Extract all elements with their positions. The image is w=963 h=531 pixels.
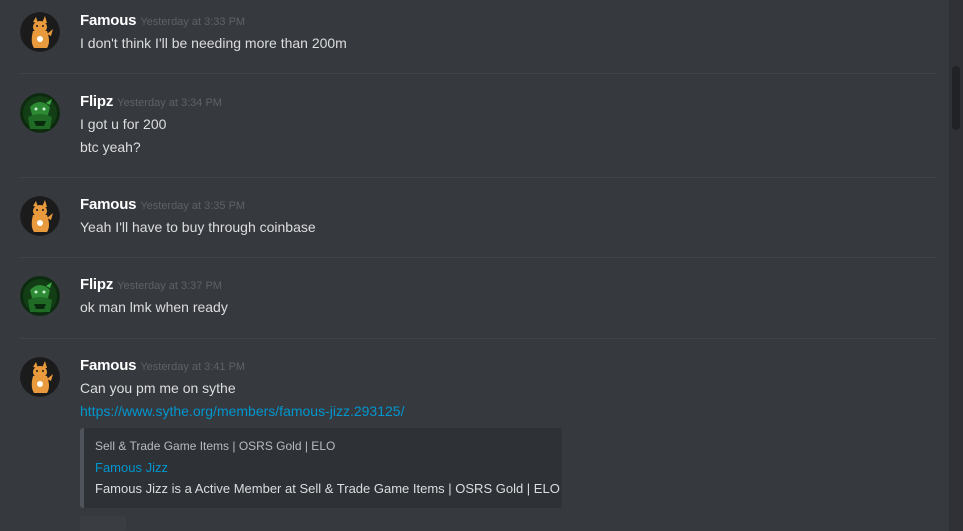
message-group: Flipz Yesterday at 3:37 PM ok man lmk whe… [0, 276, 963, 319]
timestamp: Yesterday at 3:34 PM [117, 97, 222, 109]
avatar[interactable] [20, 93, 60, 133]
timestamp: Yesterday at 3:37 PM [117, 280, 222, 292]
message-divider [20, 177, 936, 178]
link-embed: Sell & Trade Game Items | OSRS Gold | EL… [80, 428, 562, 508]
username[interactable]: Famous [80, 12, 137, 29]
avatar[interactable] [20, 196, 60, 236]
message-text: Can you pm me on sythe [80, 380, 236, 396]
embed-description: Famous Jizz is a Active Member at Sell &… [95, 481, 560, 496]
message-group: Famous Yesterday at 3:35 PM Yeah I'll hav… [0, 196, 963, 239]
timestamp: Yesterday at 3:33 PM [140, 16, 246, 28]
message-header: Famous Yesterday at 3:35 PM [80, 196, 943, 214]
message-group: Flipz Yesterday at 3:34 PM I got u for 20… [0, 93, 963, 159]
message-divider [20, 257, 936, 258]
orange-cat-avatar-icon [20, 196, 60, 236]
message-text: ok man lmk when ready [80, 299, 228, 315]
avatar[interactable] [20, 12, 60, 52]
username[interactable]: Flipz [80, 276, 113, 293]
avatar[interactable] [20, 276, 60, 316]
embed-title-link[interactable]: Famous Jizz [95, 460, 551, 476]
green-character-avatar-icon [20, 93, 60, 133]
message-link[interactable]: https://www.sythe.org/members/famous-jiz… [80, 403, 404, 419]
message-divider [20, 338, 936, 339]
chat-messages-pane[interactable]: Famous Yesterday at 3:33 PM I don't think… [0, 0, 963, 531]
username[interactable]: Flipz [80, 93, 113, 110]
avatar[interactable] [20, 357, 60, 397]
reaction-button[interactable] [80, 516, 126, 531]
message-header: Famous Yesterday at 3:41 PM [80, 357, 943, 375]
message-text: I don't think I'll be needing more than … [80, 35, 347, 51]
message-divider [20, 73, 936, 74]
message-header: Famous Yesterday at 3:33 PM [80, 12, 943, 30]
timestamp: Yesterday at 3:35 PM [140, 200, 246, 212]
scrollbar-thumb[interactable] [952, 66, 960, 130]
green-character-avatar-icon [20, 276, 60, 316]
message-header: Flipz Yesterday at 3:37 PM [80, 276, 943, 294]
orange-cat-avatar-icon [20, 12, 60, 52]
timestamp: Yesterday at 3:41 PM [140, 361, 246, 373]
embed-provider: Sell & Trade Game Items | OSRS Gold | EL… [95, 439, 336, 453]
message-text: btc yeah? [80, 139, 141, 155]
message-text: Yeah I'll have to buy through coinbase [80, 219, 316, 235]
orange-cat-avatar-icon [20, 357, 60, 397]
username[interactable]: Famous [80, 357, 137, 374]
message-group: Famous Yesterday at 3:41 PM Can you pm me… [0, 357, 963, 423]
scrollbar-track[interactable] [949, 0, 963, 531]
message-header: Flipz Yesterday at 3:34 PM [80, 93, 943, 111]
message-link-line: https://www.sythe.org/members/famous-jiz… [80, 400, 943, 423]
message-text: I got u for 200 [80, 116, 167, 132]
username[interactable]: Famous [80, 196, 137, 213]
message-group: Famous Yesterday at 3:33 PM I don't think… [0, 12, 963, 55]
